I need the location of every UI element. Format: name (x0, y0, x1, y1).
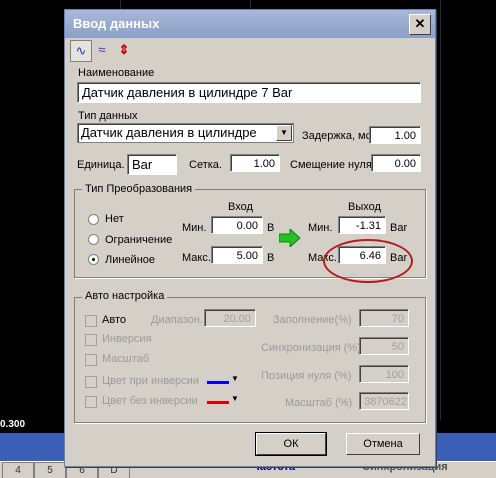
output-column-label: Выход (348, 201, 381, 213)
sync-pct-label: Синхронизация (%) (261, 342, 361, 354)
color-inv-swatch[interactable] (207, 381, 229, 384)
sync-pct-field[interactable]: 50 (359, 337, 409, 355)
color-inv-checkbox[interactable] (85, 376, 97, 388)
color-inv-label[interactable]: Цвет при инверсии (102, 375, 199, 387)
unit-input[interactable]: Bar (127, 154, 177, 175)
radio-linear-label[interactable]: Линейное (105, 254, 155, 266)
auto-settings-title: Авто настройка (82, 290, 168, 302)
highlight-annotation (323, 239, 413, 283)
auto-checkbox-label[interactable]: Авто (102, 314, 126, 326)
type-select[interactable]: Датчик давления в цилиндре ▼ (77, 123, 294, 143)
color-noinv-dropdown-icon[interactable]: ▼ (231, 394, 239, 403)
cancel-button[interactable]: Отмена (346, 433, 420, 455)
range-label: Диапазон. (151, 314, 203, 326)
inversion-label[interactable]: Инверсия (102, 333, 152, 345)
output-min-label: Мин. (308, 222, 333, 234)
dialog-title: Ввод данных (73, 16, 160, 31)
scale-pct-label: Масштаб (%) (285, 397, 353, 409)
color-noinv-label[interactable]: Цвет без инверсии (102, 395, 198, 407)
radio-none[interactable] (88, 214, 99, 225)
up-down-arrows-icon: ⇕ (118, 42, 130, 57)
radio-limit[interactable] (88, 234, 99, 245)
sine-wave-icon: ∿ (75, 43, 87, 58)
dialog-titlebar[interactable]: Ввод данных ✕ (65, 10, 435, 38)
delay-label: Задержка, мс (302, 130, 372, 142)
chart-scale-value: 0.300 (0, 419, 26, 430)
radio-limit-label[interactable]: Ограничение (105, 234, 172, 246)
inversion-checkbox[interactable] (85, 334, 97, 346)
close-button[interactable]: ✕ (409, 14, 431, 35)
input-min-unit: В (267, 222, 275, 234)
radio-none-label[interactable]: Нет (105, 213, 124, 225)
input-min-field[interactable]: 0.00 (211, 216, 263, 234)
color-noinv-swatch[interactable] (207, 401, 229, 404)
range-field[interactable]: 20.00 (204, 309, 256, 327)
auto-checkbox[interactable] (85, 315, 97, 327)
zero-pos-label: Позиция нуля (%) (261, 370, 352, 382)
close-icon: ✕ (414, 16, 426, 31)
up-down-button[interactable]: ⇕ (114, 40, 134, 60)
data-input-dialog: Ввод данных ✕ ∿ ≈ ⇕ Наименование Датчик … (64, 9, 436, 467)
color-noinv-checkbox[interactable] (85, 396, 97, 408)
input-min-label: Мин. (182, 222, 207, 234)
zero-pos-field[interactable]: 100 (359, 365, 409, 383)
name-input[interactable]: Датчик давления в цилиндре 7 Bar (77, 82, 421, 103)
conversion-group-title: Тип Преобразования (82, 183, 196, 195)
scale-checkbox[interactable] (85, 354, 97, 366)
name-label: Наименование (78, 67, 155, 79)
unit-label: Единица. (77, 159, 125, 171)
radio-linear[interactable] (88, 254, 99, 265)
sine-compare-button[interactable]: ≈ (92, 40, 112, 60)
input-max-unit: В (267, 252, 275, 264)
input-column-label: Вход (228, 201, 253, 213)
type-label: Тип данных (78, 110, 138, 122)
color-inv-dropdown-icon[interactable]: ▼ (231, 374, 239, 383)
output-min-field[interactable]: -1.31 (338, 216, 386, 234)
zero-offset-input[interactable]: 0.00 (371, 154, 421, 172)
zero-offset-label: Смещение нуля (290, 159, 372, 171)
sine-wave-button[interactable]: ∿ (70, 40, 92, 62)
output-min-unit: Bar (390, 222, 408, 234)
arrow-right-icon (278, 227, 301, 250)
input-max-label: Макс. (182, 252, 211, 264)
chart-gridline (440, 0, 441, 420)
fill-label: Заполнение(%) (273, 314, 352, 326)
delay-input[interactable]: 1.00 (369, 126, 421, 144)
scale-label[interactable]: Масштаб (102, 353, 149, 365)
chevron-down-icon[interactable]: ▼ (276, 125, 292, 141)
type-select-value: Датчик давления в цилиндре (81, 125, 257, 140)
tab-4[interactable]: 4 (2, 462, 34, 478)
input-max-field[interactable]: 5.00 (211, 246, 263, 264)
ok-button[interactable]: ОК (255, 432, 327, 456)
tab-5[interactable]: 5 (34, 462, 66, 478)
scale-pct-field[interactable]: 3870622 (359, 392, 409, 410)
sine-compare-icon: ≈ (98, 42, 106, 57)
grid-label: Сетка. (189, 159, 222, 171)
fill-field[interactable]: 70 (359, 309, 409, 327)
grid-input[interactable]: 1.00 (230, 154, 280, 172)
